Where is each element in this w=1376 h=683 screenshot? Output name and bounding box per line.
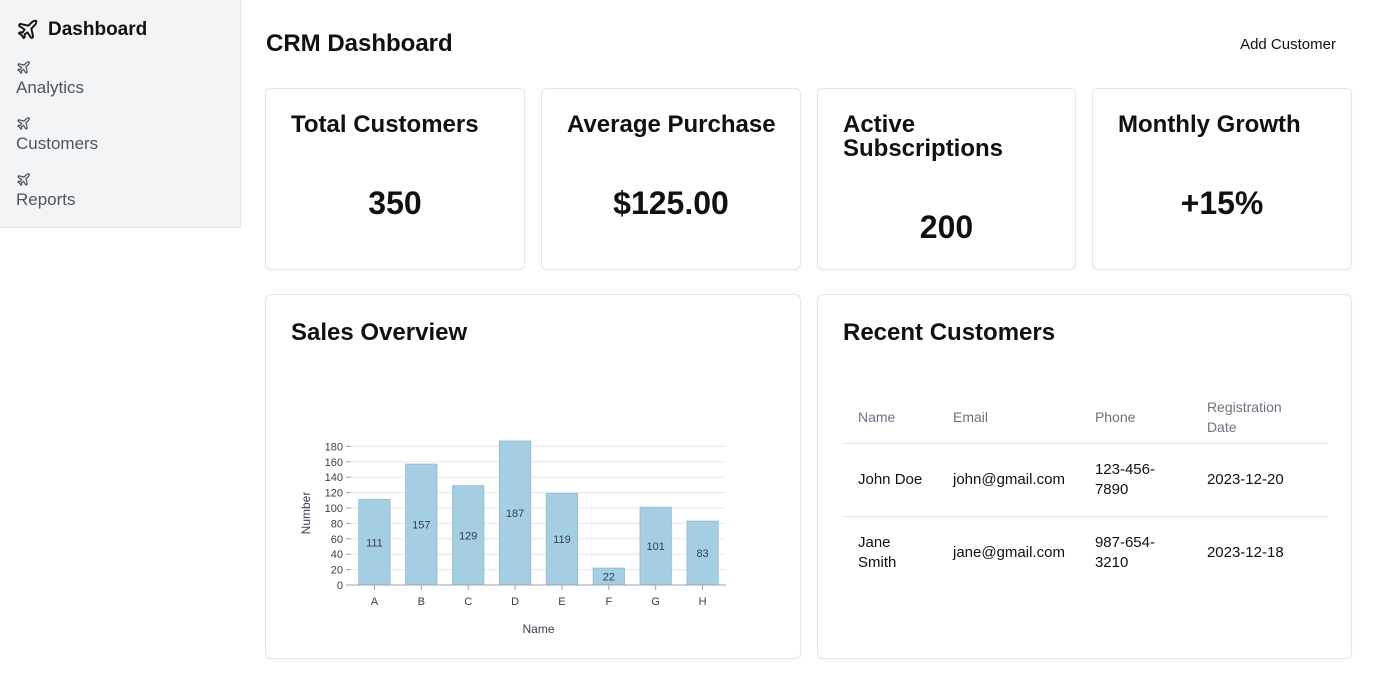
- plane-icon: [17, 19, 38, 40]
- bar-data-label: 111: [366, 537, 383, 549]
- column-header-name: Name: [843, 391, 938, 444]
- bar-data-label: 119: [553, 534, 571, 546]
- table-row[interactable]: Jane Smith jane@gmail.com 987-654- 3210 20…: [843, 516, 1328, 589]
- x-tick-label: A: [371, 596, 379, 608]
- page-title: CRM Dashboard: [266, 30, 453, 57]
- column-header-phone: Phone: [1079, 391, 1192, 444]
- y-tick-label: 120: [325, 488, 343, 500]
- plane-icon: [17, 173, 30, 186]
- y-tick-label: 140: [325, 472, 343, 484]
- sales-overview-card: Sales Overview 0 20 40 60 80 100 120 140 160 180 1…: [265, 294, 801, 659]
- stat-card-monthly-growth: Monthly Growth +15%: [1092, 88, 1352, 270]
- stat-value: 350: [368, 185, 422, 221]
- y-tick-label: 180: [325, 441, 343, 453]
- x-axis-title: Name: [522, 622, 554, 636]
- stat-value: $125.00: [613, 185, 729, 221]
- plane-icon: [17, 117, 30, 130]
- y-tick-label: 160: [325, 457, 343, 469]
- bar-data-label: 129: [459, 530, 477, 542]
- y-tick-label: 40: [331, 549, 343, 561]
- sidebar: Dashboard Analytics Customers Reports: [0, 0, 241, 228]
- stat-value: 200: [919, 209, 974, 245]
- stat-card-average-purchase: Average Purchase $125.00: [541, 88, 801, 270]
- bar-data-label: 187: [506, 508, 524, 520]
- sidebar-item-analytics[interactable]: Analytics: [16, 60, 84, 98]
- cell-name: Jane Smith: [858, 533, 897, 571]
- recent-customers-card: Recent Customers Name Email Phone Regist…: [817, 294, 1352, 659]
- stat-title: Monthly Growth: [1118, 111, 1301, 138]
- y-tick-label: 20: [331, 565, 343, 577]
- cell-phone: 987-654- 3210: [1094, 533, 1155, 571]
- cell-name: John Doe: [843, 443, 938, 517]
- plane-icon: [17, 61, 30, 74]
- customers-table: Name Email Phone Registration Date John D…: [843, 391, 1328, 589]
- x-tick-label: C: [464, 596, 472, 608]
- x-tick-label: G: [651, 596, 660, 608]
- stat-title: Average Purchase: [567, 111, 776, 138]
- stat-card-total-customers: Total Customers 350: [265, 88, 525, 270]
- y-tick-label: 80: [331, 518, 343, 530]
- sidebar-item-reports[interactable]: Reports: [16, 172, 76, 210]
- sidebar-item-label: Customers: [16, 134, 99, 153]
- sidebar-brand-label: Dashboard: [48, 18, 148, 40]
- sidebar-item-label: Analytics: [16, 78, 85, 97]
- cell-registration-date: 2023-12-18: [1206, 543, 1284, 561]
- cell-email: john@gmail.com: [938, 443, 1080, 517]
- y-axis-title: Number: [299, 492, 313, 535]
- x-tick-label: E: [558, 596, 565, 608]
- column-header-email: Email: [938, 391, 1080, 444]
- sidebar-item-customers[interactable]: Customers: [16, 116, 98, 154]
- bar-data-label: 157: [412, 520, 430, 532]
- bar-data-label: 101: [647, 541, 665, 553]
- sidebar-brand[interactable]: Dashboard: [16, 18, 147, 41]
- sales-bar-chart: 0 20 40 60 80 100 120 140 160 180 111 A 157 B 129 C 187 D…: [299, 440, 726, 636]
- sidebar-item-label: Reports: [16, 190, 76, 209]
- x-tick-label: F: [605, 596, 612, 608]
- stat-title: Active Subscriptions: [843, 111, 1004, 162]
- add-customer-button[interactable]: Add Customer: [1228, 28, 1348, 60]
- table-header-row: Name Email Phone Registration Date: [843, 391, 1328, 444]
- cell-email: jane@gmail.com: [953, 543, 1065, 561]
- stat-value: +15%: [1180, 185, 1264, 221]
- y-tick-label: 0: [337, 580, 343, 592]
- column-header-registration-date: Registration Date: [1191, 391, 1328, 444]
- panel-title: Recent Customers: [843, 319, 1056, 346]
- table-row[interactable]: John Doe john@gmail.com 123-456- 7890 202…: [843, 443, 1328, 517]
- stat-title: Total Customers: [291, 111, 479, 138]
- stat-card-active-subscriptions: Active Subscriptions 200: [817, 88, 1076, 270]
- y-tick-label: 60: [331, 534, 343, 546]
- x-tick-label: B: [418, 596, 425, 608]
- y-tick-label: 100: [325, 503, 343, 515]
- x-tick-label: H: [699, 596, 707, 608]
- bar-data-label: 22: [603, 572, 615, 584]
- x-tick-label: D: [511, 596, 519, 608]
- bar-data-label: 83: [696, 548, 708, 560]
- cell-phone: 123-456- 7890: [1079, 443, 1192, 517]
- cell-registration-date: 2023-12-20: [1191, 443, 1328, 517]
